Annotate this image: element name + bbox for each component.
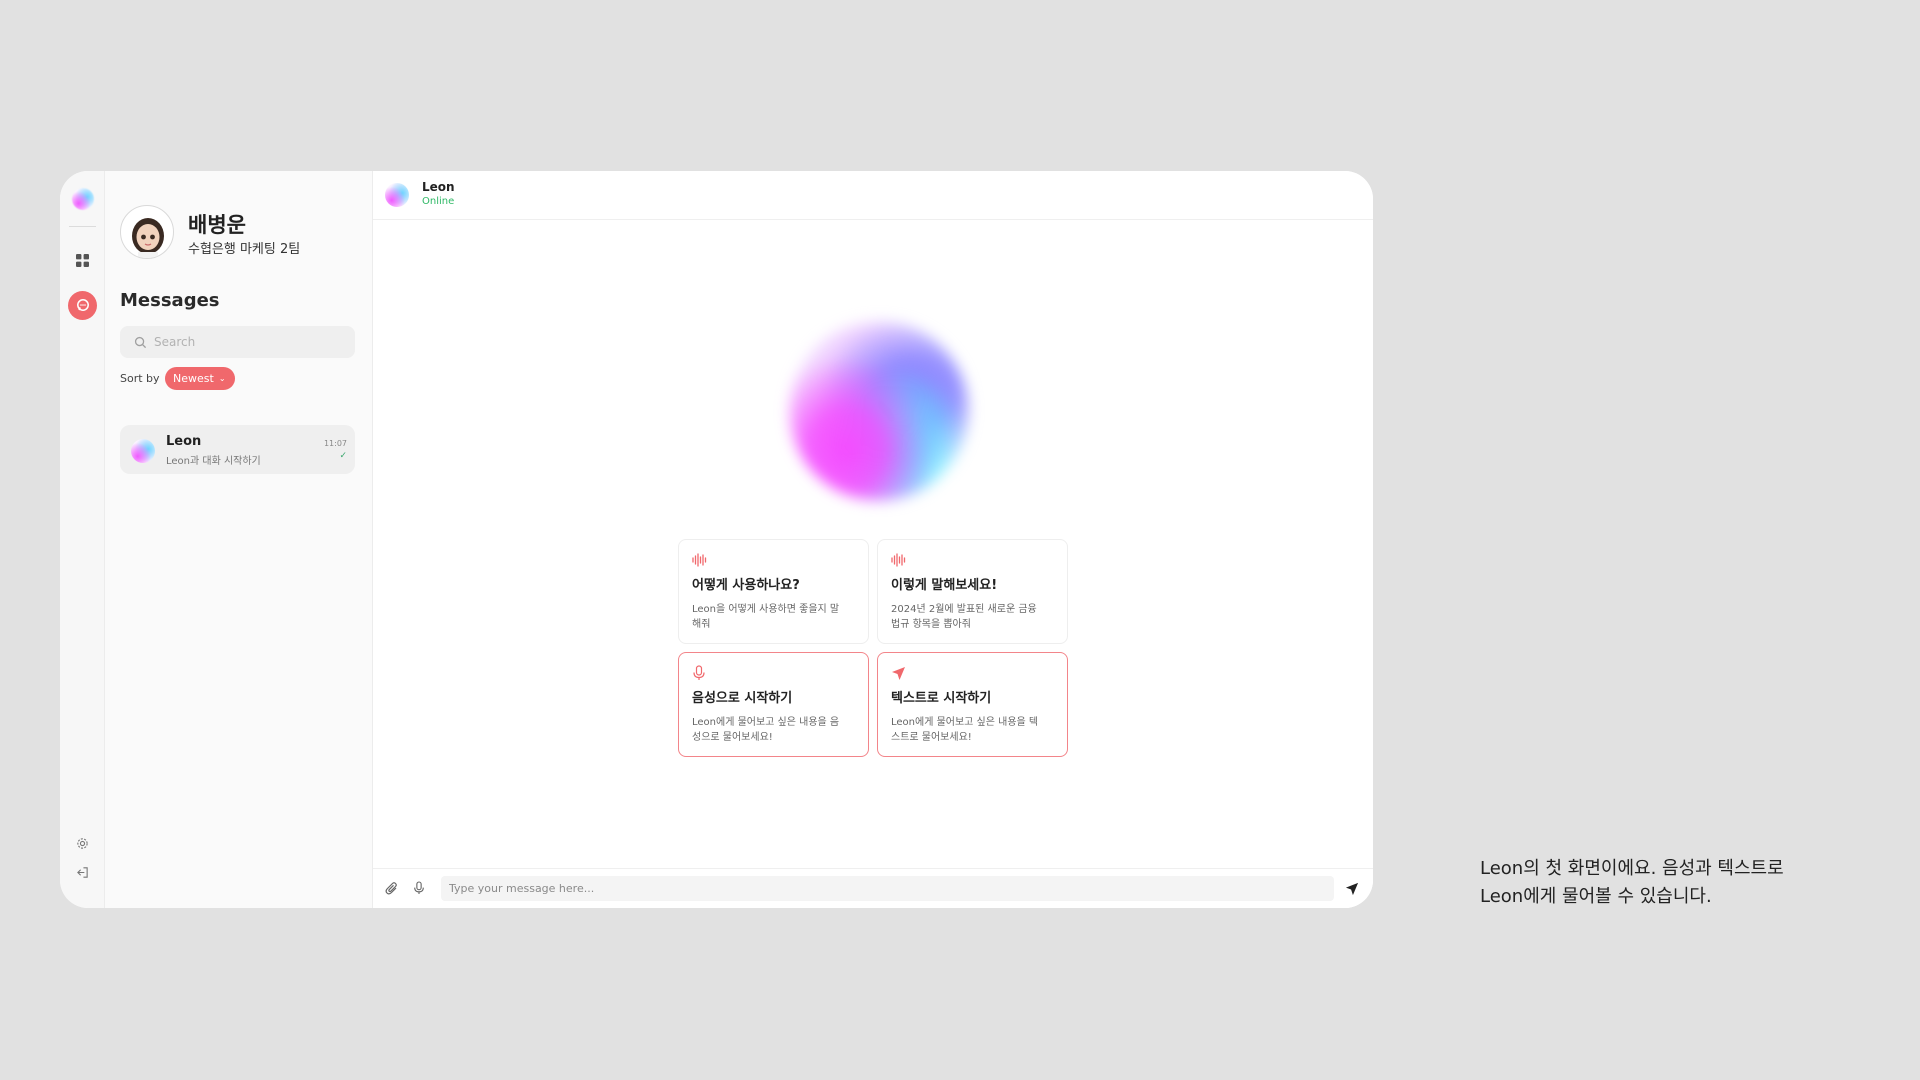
card-title: 텍스트로 시작하기 [891,691,992,706]
user-avatar[interactable] [120,205,174,259]
card-try-saying[interactable]: 이렇게 말해보세요! 2024년 2월에 발표된 새로운 금융 법규 항목을 뽑… [877,539,1068,644]
send-icon [1345,882,1359,896]
sort-dropdown[interactable]: Newest ⌄ [165,367,235,390]
message-input[interactable] [441,876,1334,901]
chat-main: Leon Online 어떻게 사용하나요? Leon을 어떻게 사용하면 좋을… [373,171,1373,908]
card-start-voice[interactable]: 음성으로 시작하기 Leon에게 물어보고 싶은 내용을 음성으로 물어보세요! [678,652,869,757]
card-how-to-use[interactable]: 어떻게 사용하나요? Leon을 어떻게 사용하면 좋을지 말해줘 [678,539,869,644]
card-title: 이렇게 말해보세요! [891,578,998,593]
chevron-down-icon: ⌄ [218,374,226,383]
microphone-icon[interactable] [413,880,425,900]
app-window: 배병운 수협은행 마케팅 2팀 Messages Sort by Newest … [60,171,1373,908]
card-description: Leon에게 물어보고 싶은 내용을 텍스트로 물어보세요! [891,717,1039,743]
messages-title: Messages [120,290,220,311]
chat-header: Leon Online [373,171,1373,220]
card-start-text[interactable]: 텍스트로 시작하기 Leon에게 물어보고 싶은 내용을 텍스트로 물어보세요! [877,652,1068,757]
search-icon [134,336,147,348]
read-check-icon: ✓ [339,451,347,461]
card-description: Leon을 어떻게 사용하면 좋을지 말해줘 [692,604,840,630]
search-input[interactable] [154,335,344,349]
send-icon [891,665,1054,681]
mic-icon [692,665,855,681]
logout-icon[interactable] [60,864,105,880]
sort-value: Newest [173,372,214,385]
card-description: Leon에게 물어보고 싶은 내용을 음성으로 물어보세요! [692,717,840,743]
settings-gear-icon[interactable] [60,835,105,851]
card-title: 음성으로 시작하기 [692,691,793,706]
messages-nav-button[interactable] [60,290,105,320]
suggestion-cards: 어떻게 사용하나요? Leon을 어떻게 사용하면 좋을지 말해줘 이렇게 말해… [678,539,1068,757]
caption-line-2: Leon에게 물어볼 수 있습니다. [1480,886,1712,907]
conversation-item-leon[interactable]: Leon Leon과 대화 시작하기 11:07 ✓ [120,425,355,474]
attach-paperclip-icon[interactable] [385,881,399,900]
leon-logo-icon [72,188,94,210]
chat-contact-name: Leon [422,180,455,194]
search-box[interactable] [120,326,355,358]
rail-divider [69,226,96,227]
conversation-name: Leon [166,434,202,449]
leon-avatar-icon [131,439,155,463]
waveform-icon [891,552,1054,568]
chat-status: Online [422,196,455,207]
messages-sidebar: 배병운 수협은행 마케팅 2팀 Messages Sort by Newest … [105,171,373,908]
conversation-preview: Leon과 대화 시작하기 [166,456,261,467]
send-button[interactable] [1345,881,1359,900]
sort-label: Sort by [120,372,160,385]
conversation-time: 11:07 [323,439,347,448]
waveform-icon [692,552,855,568]
icon-rail [60,171,105,908]
chat-bubble-icon [68,290,97,320]
leon-avatar-icon [385,183,409,207]
profile-name: 배병운 [188,213,246,237]
card-title: 어떻게 사용하나요? [692,578,800,593]
caption-line-1: Leon의 첫 화면이에요. 음성과 텍스트로 [1480,858,1784,879]
leon-orb-image [789,321,969,501]
profile-team: 수협은행 마케팅 2팀 [188,242,301,257]
message-composer [373,868,1373,908]
dashboard-grid-icon[interactable] [60,251,105,269]
caption-text: Leon의 첫 화면이에요. 음성과 텍스트로 Leon에게 물어볼 수 있습니… [1480,855,1860,911]
card-description: 2024년 2월에 발표된 새로운 금융 법규 항목을 뽑아줘 [891,604,1037,630]
